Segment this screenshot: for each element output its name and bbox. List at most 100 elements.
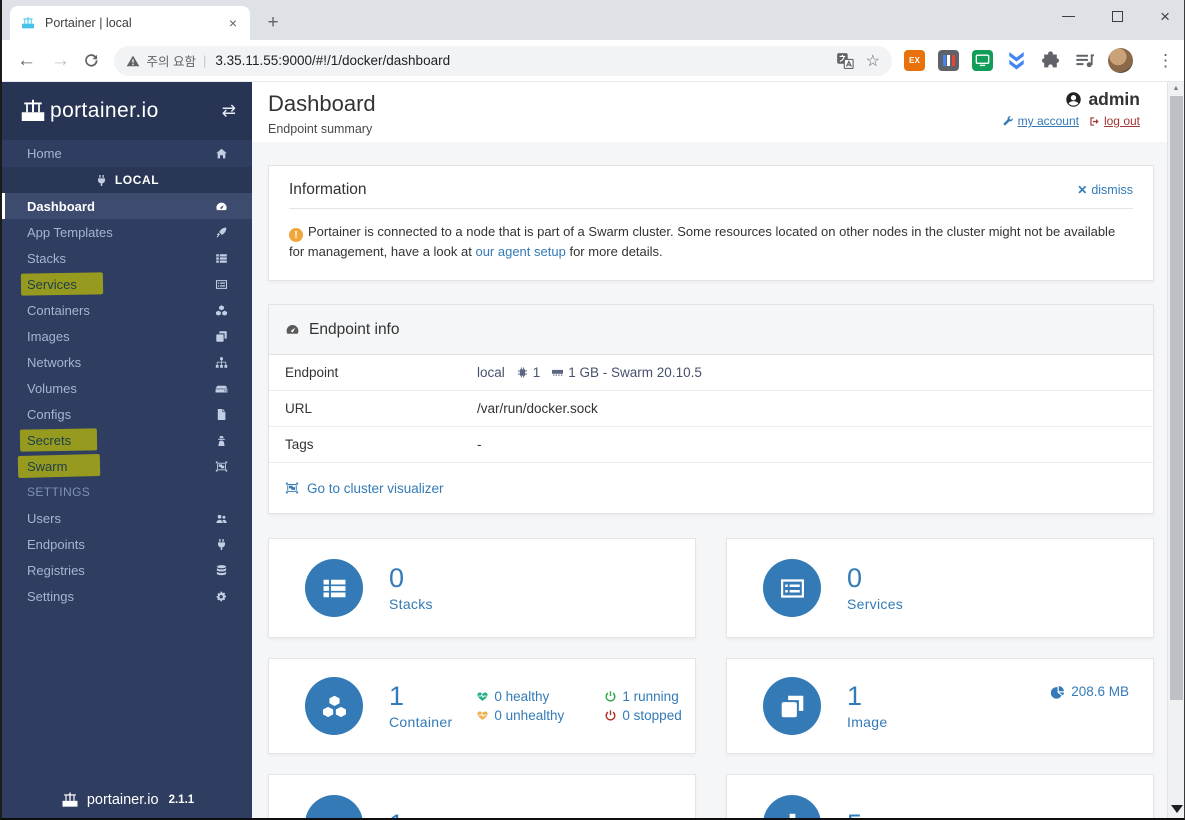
version-label: 2.1.1	[168, 794, 195, 806]
home-label: Home	[27, 146, 62, 161]
sidebar-item-volumes[interactable]: Volumes	[2, 375, 252, 401]
network-card[interactable]: 5	[726, 774, 1154, 818]
endpoint-switcher[interactable]: LOCAL	[2, 167, 252, 193]
main-content: Dashboard Endpoint summary admin my acco…	[252, 82, 1184, 818]
browser-menu-icon[interactable]: ⋮	[1157, 51, 1174, 71]
settings-section-header: SETTINGS	[27, 485, 91, 499]
scrollbar-thumb[interactable]	[1170, 96, 1183, 700]
row-label: Tags	[285, 437, 314, 453]
scrollbar[interactable]: ▲	[1167, 82, 1184, 818]
profile-avatar[interactable]	[1108, 48, 1133, 73]
stacks-list-icon	[323, 579, 345, 598]
maximize-button[interactable]	[1112, 10, 1124, 22]
minimize-button[interactable]	[1062, 15, 1076, 17]
table-row: Tags -	[269, 427, 1153, 464]
app-root: portainer.io ⇄ Home LOCAL Dashboard App …	[2, 82, 1184, 818]
new-tab-button[interactable]: +	[260, 10, 286, 36]
item-label: Secrets	[27, 432, 72, 448]
item-label: Stacks	[27, 250, 67, 266]
sidebar-item-app-templates[interactable]: App Templates	[2, 219, 252, 245]
extension-stripes-icon[interactable]	[938, 50, 959, 71]
running-count: 1 running	[622, 689, 679, 705]
close-button[interactable]: ×	[1160, 8, 1170, 25]
pie-chart-icon	[1051, 685, 1065, 699]
browser-tab[interactable]: Portainer | local ×	[10, 6, 250, 40]
playlist-icon[interactable]	[1074, 50, 1095, 71]
row-label: Endpoint	[285, 365, 339, 381]
item-label: Images	[27, 328, 70, 344]
network-circle	[763, 795, 821, 818]
information-panel: Information ✕ dismiss ! Portainer is conne…	[268, 165, 1154, 282]
item-label: Networks	[27, 354, 82, 370]
cluster-visualizer-link[interactable]: Go to cluster visualizer	[269, 463, 1153, 513]
sitemap-icon	[215, 356, 228, 368]
container-health-stats: 0 healthy 1 running 0 unhealthy 0 stoppe…	[476, 689, 682, 724]
healthy-count: 0 healthy	[494, 689, 550, 705]
scrollbar-down-icon[interactable]	[1171, 805, 1183, 813]
sidebar-item-networks[interactable]: Networks	[2, 349, 252, 375]
forward-icon[interactable]: →	[51, 50, 70, 72]
sidebar-item-images[interactable]: Images	[2, 323, 252, 349]
sidebar-item-stacks[interactable]: Stacks	[2, 245, 252, 271]
sidebar-item-settings[interactable]: Settings	[2, 583, 252, 609]
sidebar-item-services[interactable]: Services	[2, 271, 252, 297]
extension-chevrons-icon[interactable]	[1006, 50, 1027, 71]
item-label: Endpoints	[27, 536, 85, 552]
image-size: 208.6 MB	[1051, 684, 1129, 699]
sidebar-item-dashboard[interactable]: Dashboard	[2, 193, 252, 219]
information-message: ! Portainer is connected to a node that i…	[289, 222, 1133, 262]
sidebar-item-registries[interactable]: Registries	[2, 557, 252, 583]
stacks-circle	[305, 559, 363, 618]
item-label: Swarm	[27, 458, 68, 474]
item-label: Configs	[27, 406, 72, 422]
item-label: App Templates	[27, 224, 113, 240]
volume-circle	[305, 795, 363, 818]
not-secure-warning-icon[interactable]	[126, 54, 140, 68]
translate-icon[interactable]	[836, 52, 854, 70]
sidebar-item-users[interactable]: Users	[2, 505, 252, 531]
information-title: Information	[289, 181, 367, 198]
back-icon[interactable]: ←	[17, 50, 36, 72]
microchip-icon	[517, 367, 527, 378]
container-count: 1	[389, 681, 405, 712]
tab-close-icon[interactable]: ×	[226, 15, 240, 31]
scrollbar-up-icon[interactable]: ▲	[1168, 85, 1184, 92]
stacks-card[interactable]: 0 Stacks	[268, 538, 696, 639]
images-clone-icon	[216, 330, 227, 342]
power-icon	[605, 691, 616, 702]
heartbeat-icon	[477, 711, 488, 721]
agent-setup-link[interactable]: our agent setup	[475, 244, 565, 259]
sidebar-item-containers[interactable]: Containers	[2, 297, 252, 323]
services-list-alt-icon	[215, 279, 228, 289]
portainer-logo-icon	[62, 792, 78, 807]
unhealthy-count: 0 unhealthy	[494, 708, 565, 724]
image-label: Image	[847, 714, 888, 731]
services-label: Services	[847, 596, 904, 613]
bookmark-star-icon[interactable]: ☆	[866, 51, 880, 71]
extension-ex-icon[interactable]: EX	[904, 50, 925, 71]
my-account-link[interactable]: my account	[1003, 114, 1079, 128]
sidebar-item-secrets[interactable]: Secrets	[2, 427, 252, 453]
sitemap-icon	[789, 813, 795, 818]
log-out-link[interactable]: log out	[1089, 114, 1140, 128]
row-label: URL	[285, 401, 313, 417]
reload-icon[interactable]	[83, 52, 100, 69]
sidebar-item-home[interactable]: Home	[2, 140, 252, 167]
sidebar-item-swarm[interactable]: Swarm	[2, 453, 252, 479]
url-text[interactable]: 3.35.11.55:9000/#!/1/docker/dashboard	[215, 53, 823, 68]
extension-screen-icon[interactable]	[972, 50, 993, 71]
extensions-puzzle-icon[interactable]	[1040, 50, 1061, 71]
sidebar-item-configs[interactable]: Configs	[2, 401, 252, 427]
sidebar-collapse-icon[interactable]: ⇄	[222, 101, 236, 121]
address-bar[interactable]: 주의 요함 | 3.35.11.55:9000/#!/1/docker/dash…	[113, 45, 892, 76]
sidebar-logo[interactable]: portainer.io ⇄	[2, 82, 252, 140]
separator: |	[203, 53, 207, 68]
services-card[interactable]: 0 Services	[726, 538, 1154, 639]
dismiss-link[interactable]: ✕ dismiss	[1077, 183, 1133, 197]
network-count: 5	[847, 810, 862, 818]
image-card[interactable]: 1 Image 208.6 MB	[726, 658, 1154, 755]
volume-card[interactable]: 1	[268, 774, 696, 818]
container-card[interactable]: 1 Container 0 healthy 1 running 0 unhealt…	[268, 658, 696, 755]
security-status-text[interactable]: 주의 요함	[147, 51, 196, 70]
sidebar-item-endpoints[interactable]: Endpoints	[2, 531, 252, 557]
